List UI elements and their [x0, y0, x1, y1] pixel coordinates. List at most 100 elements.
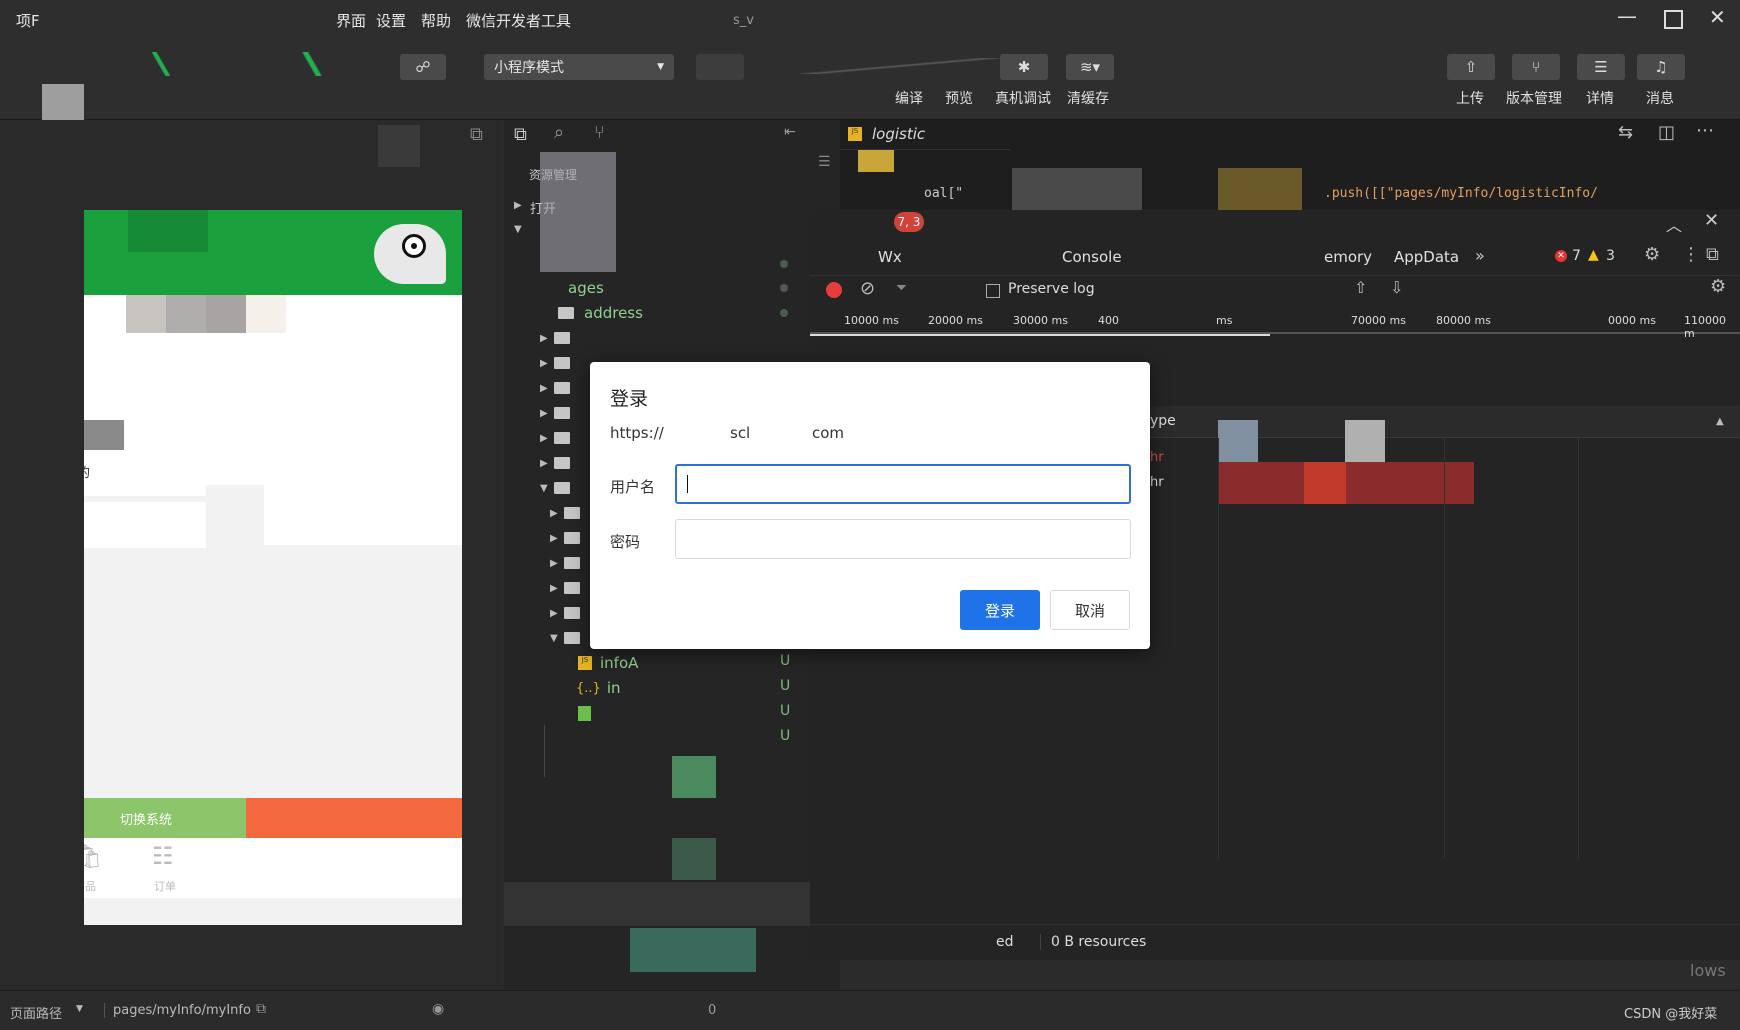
tab-wxml[interactable]: Wx	[878, 248, 902, 266]
login-button[interactable]: 登录	[960, 590, 1040, 630]
logout-button[interactable]	[246, 798, 462, 838]
more-tabs-icon[interactable]: »	[1475, 246, 1485, 265]
split-editor-icon[interactable]: ◫	[1658, 122, 1675, 143]
outline-icon[interactable]: ☰	[818, 154, 831, 170]
clear-cache-label[interactable]: 清缓存	[1067, 88, 1109, 108]
dock-icon[interactable]: ⧉	[1706, 244, 1719, 265]
messages-label[interactable]: 消息	[1646, 88, 1674, 108]
tree-folder-open[interactable]: ▼	[540, 476, 580, 500]
tree-folder[interactable]: ▶	[540, 376, 580, 400]
clear-icon[interactable]: ⊘	[860, 278, 875, 299]
tree-file-wxml[interactable]	[578, 701, 591, 725]
compare-icon[interactable]: ⇆	[1618, 122, 1633, 143]
chevron-right-icon: ▶	[540, 382, 548, 394]
bag-icon[interactable]: 🛍	[84, 842, 102, 870]
page-path-label[interactable]: 页面路径	[10, 1003, 62, 1022]
cancel-button[interactable]: 取消	[1050, 590, 1130, 630]
remote-debug-button[interactable]: ✱	[1000, 54, 1048, 80]
tree-folder[interactable]: ▶	[540, 326, 580, 350]
maximize-icon[interactable]	[1664, 10, 1683, 29]
tree-folder[interactable]: ages	[568, 276, 604, 300]
tab-console[interactable]: Console	[1062, 248, 1122, 266]
debugger-toggle-icon[interactable]	[300, 52, 324, 76]
eye-icon[interactable]: ◉	[432, 1001, 444, 1017]
details-label[interactable]: 详情	[1586, 88, 1614, 108]
tree-folder[interactable]: ▶	[540, 351, 580, 375]
compile-mode-select[interactable]	[696, 54, 744, 80]
menu-item-devtools[interactable]: 微信开发者工具	[466, 10, 571, 31]
version-label[interactable]: 版本管理	[1506, 88, 1562, 108]
version-icon[interactable]: ⑂	[1512, 54, 1560, 80]
clear-cache-button[interactable]: ≋▾	[1066, 54, 1114, 80]
pixel-block	[858, 150, 894, 172]
upload-icon[interactable]: ⇧	[1447, 54, 1495, 80]
error-count[interactable]: 7	[1572, 248, 1581, 264]
tree-folder[interactable]: ▶	[540, 401, 580, 425]
close-panel-icon[interactable]: ✕	[1704, 210, 1719, 231]
chevron-down-icon[interactable]: ▼	[76, 1004, 83, 1014]
username-input[interactable]	[675, 464, 1131, 504]
toolbar: ☍ 小程序模式 ▼ ✱ ≋▾ 编译 预览 真机调试 清缓存 ⇧ ⑂ ☰ ♫ 上传…	[0, 40, 1740, 124]
tree-folder[interactable]: ▶	[550, 526, 590, 550]
chevron-right-icon[interactable]: ▶	[514, 200, 522, 211]
switch-system-button[interactable]: 切换系统	[84, 798, 246, 838]
avatar[interactable]	[42, 84, 84, 124]
export-icon[interactable]: ⇩	[1390, 278, 1403, 297]
warning-count[interactable]: 3	[1606, 248, 1615, 264]
tab-goods[interactable]: 商品	[84, 878, 96, 894]
filter-icon[interactable]: ⏷	[896, 280, 907, 296]
tree-file-js[interactable]: JS infoA	[578, 651, 638, 675]
upload-label[interactable]: 上传	[1456, 88, 1484, 108]
tree-folder[interactable]: ▶	[540, 451, 580, 475]
more-icon[interactable]: ⋯	[1696, 120, 1714, 141]
list-item[interactable]: 我	[84, 502, 206, 548]
cloud-tool-button[interactable]: ☍	[400, 54, 446, 80]
editor-tab[interactable]: JS logistic	[840, 120, 1010, 150]
column-type[interactable]: ype	[1150, 413, 1176, 429]
menu-item-view[interactable]: 界面	[336, 10, 366, 31]
timeline-tick: 110000 m	[1684, 314, 1726, 340]
network-settings-icon[interactable]: ⚙	[1710, 276, 1726, 297]
import-icon[interactable]: ⇧	[1354, 278, 1367, 297]
tab-memory[interactable]: emory	[1324, 248, 1372, 266]
mode-select[interactable]: 小程序模式 ▼	[484, 54, 674, 80]
status-count: 0	[708, 1003, 717, 1018]
collapse-icon[interactable]: ⇤	[784, 124, 796, 140]
settings-icon[interactable]: ⚙	[1644, 244, 1660, 265]
tree-folder[interactable]: ▶	[550, 501, 590, 525]
password-input[interactable]	[675, 519, 1131, 559]
tree-folder[interactable]: address	[558, 301, 643, 325]
tab-orders[interactable]: 订单	[154, 878, 176, 894]
chevron-up-icon[interactable]: ︿	[1666, 212, 1682, 236]
tree-folder[interactable]: ▶	[550, 551, 590, 575]
status-dot	[780, 260, 788, 268]
order-icon[interactable]: ☷	[152, 842, 174, 870]
simulator-toggle-icon[interactable]	[152, 52, 170, 76]
files-icon[interactable]: ⧉	[514, 124, 527, 145]
detach-icon[interactable]: ⧉	[470, 124, 483, 145]
menu-item-help[interactable]: 帮助	[421, 10, 451, 31]
chevron-down-icon[interactable]: ▼	[514, 224, 522, 235]
remote-debug-label[interactable]: 真机调试	[995, 88, 1051, 108]
details-icon[interactable]: ☰	[1577, 54, 1625, 80]
close-icon[interactable]: ✕	[1709, 5, 1726, 29]
bell-icon[interactable]: ♫	[1637, 54, 1685, 80]
cancel-button-label: 取消	[1074, 601, 1105, 620]
content-block	[264, 485, 462, 545]
sort-icon[interactable]: ▲	[1716, 416, 1724, 427]
search-icon[interactable]: ⌕	[554, 122, 564, 143]
tree-file-json[interactable]: {..} in	[576, 676, 621, 700]
preview-label[interactable]: 预览	[945, 88, 973, 108]
request-type: hr	[1150, 450, 1164, 465]
record-button[interactable]	[826, 282, 842, 298]
preserve-log-checkbox[interactable]	[986, 284, 1000, 298]
git-icon[interactable]: ⑂	[594, 122, 605, 143]
tab-appdata[interactable]: AppData	[1394, 248, 1459, 266]
tree-folder[interactable]: ▶	[540, 426, 580, 450]
compile-label[interactable]: 编译	[895, 88, 923, 108]
list-item[interactable]: 我的	[84, 450, 206, 496]
copy-icon[interactable]: ⧉	[256, 1001, 266, 1017]
minimize-icon[interactable]: —	[1617, 4, 1637, 28]
kebab-icon[interactable]: ⋮	[1682, 244, 1700, 265]
menu-item-settings[interactable]: 设置	[376, 10, 406, 31]
